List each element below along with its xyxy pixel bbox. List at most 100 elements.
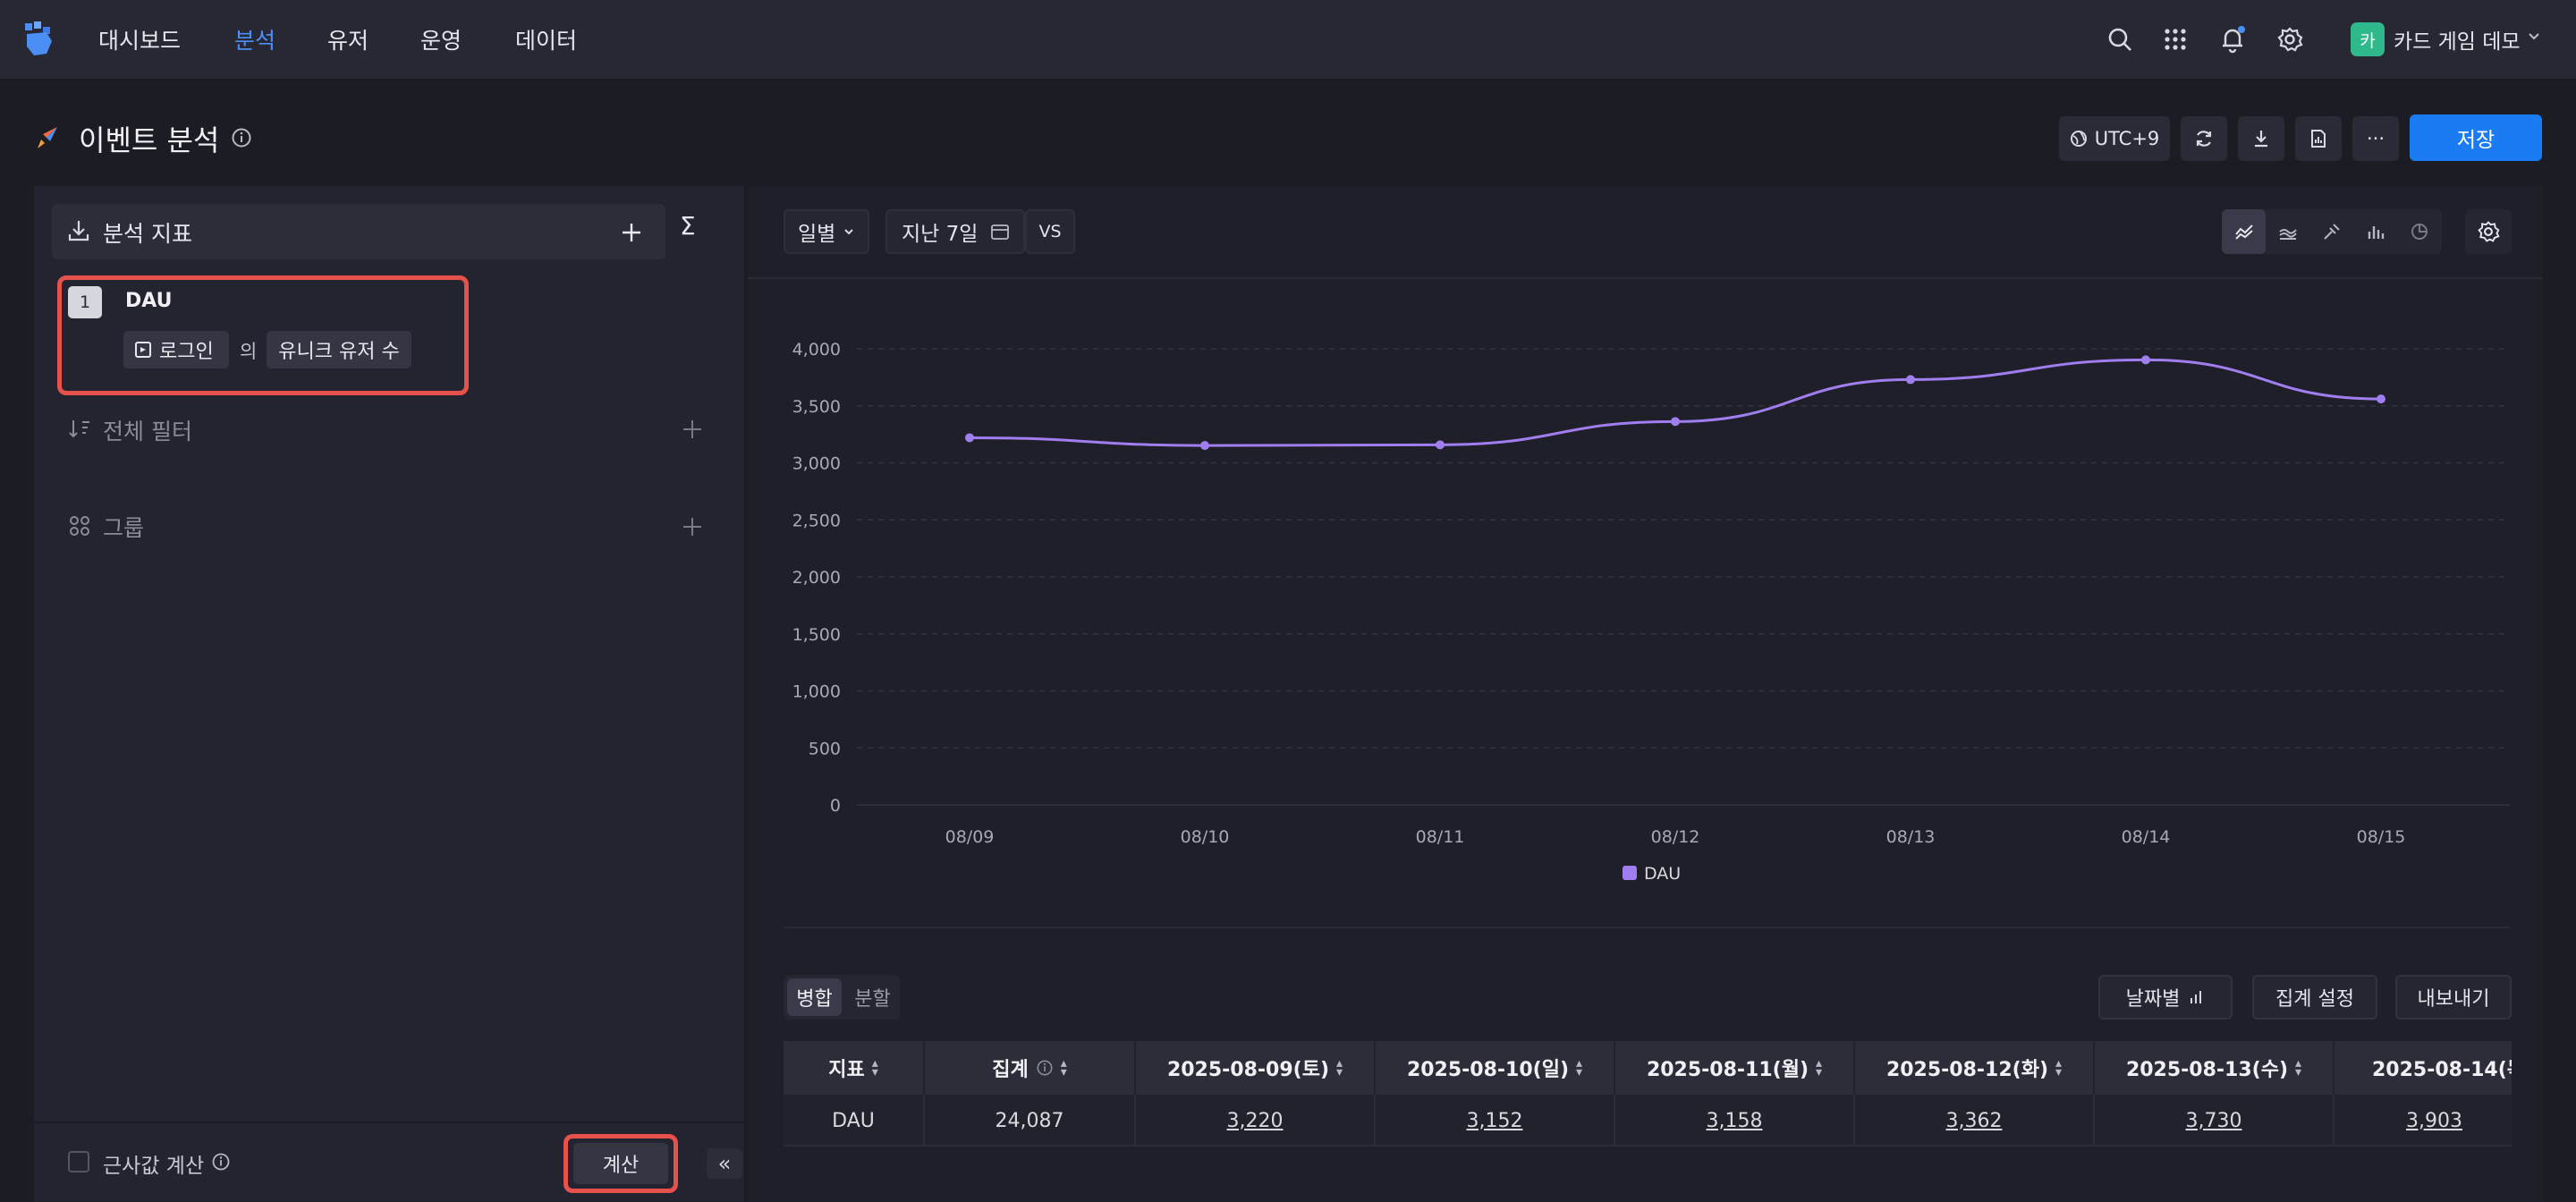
project-name[interactable]: 카드 게임 데모 [2394,24,2521,55]
chevron-down-icon[interactable] [2526,29,2542,45]
sort-icon: ▴ ▾ [1060,1056,1067,1079]
brand-logo-icon[interactable] [20,20,59,59]
bar-chart-button[interactable] [2353,209,2397,254]
cell-date-6[interactable]: 3,903 [2334,1095,2512,1147]
bell-icon[interactable] [2215,21,2250,57]
pie-chart-button[interactable] [2397,209,2441,254]
add-metric-icon[interactable] [619,220,644,245]
group-label[interactable]: 그룹 [103,511,144,543]
col-header-metric[interactable]: 지표 ▴ ▾ [784,1041,925,1095]
add-group-icon[interactable] [682,516,703,538]
nav-dashboard[interactable]: 대시보드 [98,23,181,55]
data-point [2377,394,2385,404]
col-header-date-4[interactable]: 2025-08-12(화) ▴ ▾ [1855,1041,2095,1095]
x-tick-label: 08/14 [2122,827,2171,847]
refresh-button[interactable] [2181,116,2227,161]
timezone-button[interactable]: UTC+9 [2059,116,2170,161]
calculate-button[interactable]: 계산 [573,1143,668,1184]
date-range-picker[interactable]: 지난 7일 [886,209,1025,254]
gear-icon [2478,221,2500,242]
calculate-button-highlight[interactable]: 계산 [564,1134,678,1193]
left-footer-divider [34,1122,744,1123]
col-header-total[interactable]: 집계 ▴ ▾ [925,1041,1136,1095]
col-header-date-6[interactable]: 2025-08-14(목) [2334,1041,2512,1095]
rocket-icon [38,127,57,148]
report-button[interactable] [2295,116,2342,161]
add-filter-icon[interactable] [682,419,703,440]
x-tick-label: 08/13 [1886,827,1936,847]
x-tick-label: 08/10 [1181,827,1230,847]
aggregate-settings-button[interactable]: 집계 설정 [2252,975,2377,1020]
download-button[interactable] [2238,116,2284,161]
data-point [965,433,974,443]
granularity-label: 일별 [798,223,836,246]
approx-checkbox[interactable] [68,1151,89,1172]
area-chart-icon [2278,229,2297,240]
x-tick-label: 08/12 [1651,827,1700,847]
col-header-date-2[interactable]: 2025-08-10(일) ▴ ▾ [1376,1041,1615,1095]
y-tick-label: 2,500 [792,511,841,530]
metric-icon [68,221,89,241]
chart-table-divider [784,927,2510,928]
global-filter-label[interactable]: 전체 필터 [103,414,192,446]
apps-grid-icon[interactable] [2157,21,2193,57]
sort-icon: ▴ ▾ [871,1056,878,1079]
y-tick-label: 1,000 [792,682,841,702]
event-chip[interactable]: 로그인 [123,331,229,368]
y-tick-label: 2,000 [792,568,841,588]
by-date-button[interactable]: 날짜별 [2098,975,2233,1020]
sort-icon: ▴ ▾ [1576,1056,1583,1079]
scatter-chart-icon [2323,224,2340,240]
chevron-down-icon [844,229,854,235]
info-icon[interactable] [231,127,252,148]
cell-date-4[interactable]: 3,362 [1855,1095,2095,1147]
measure-chip[interactable]: 유니크 유저 수 [267,331,411,368]
data-point [1200,441,1209,451]
more-button[interactable]: ··· [2352,116,2399,161]
search-icon[interactable] [2102,21,2138,57]
collapse-panel-button[interactable]: « [707,1148,742,1179]
save-button[interactable]: 저장 [2410,114,2542,161]
col-header-date-5[interactable]: 2025-08-13(수) ▴ ▾ [2095,1041,2334,1095]
approx-info-icon[interactable] [211,1152,231,1172]
download-icon [2255,131,2267,148]
metric-index-badge: 1 [68,286,102,318]
cell-date-5[interactable]: 3,730 [2095,1095,2334,1147]
pie-chart-icon [2411,224,2428,240]
nav-operations[interactable]: 운영 [420,23,462,55]
timezone-label: UTC+9 [2094,128,2160,149]
y-tick-label: 1,500 [792,625,841,645]
data-point [1436,440,1445,450]
granularity-select[interactable]: 일별 [784,209,869,254]
date-range-label: 지난 7일 [902,223,979,246]
export-button[interactable]: 내보내기 [2395,975,2512,1020]
compare-vs-button[interactable]: VS [1025,209,1075,254]
gear-icon[interactable] [2272,21,2308,57]
project-avatar[interactable]: 카 [2351,22,2385,56]
nav-users[interactable]: 유저 [327,23,369,55]
cell-date-1[interactable]: 3,220 [1136,1095,1376,1147]
cell-date-3[interactable]: 3,158 [1615,1095,1855,1147]
nav-data[interactable]: 데이터 [515,23,577,55]
cell-date-2[interactable]: 3,152 [1376,1095,1615,1147]
line-chart-button[interactable] [2222,209,2266,254]
page-title: 이벤트 분석 [79,123,220,157]
y-tick-label: 3,000 [792,454,841,474]
split-toggle[interactable]: 분할 [845,975,900,1020]
merge-toggle[interactable]: 병합 [787,978,842,1016]
formula-button[interactable]: Σ [680,211,696,241]
metric-section-title: 분석 지표 [103,221,192,247]
line-chart-icon [2234,224,2253,240]
sort-icon: ▴ ▾ [2295,1056,2302,1079]
metric-name[interactable]: DAU [125,290,172,312]
dau-line-chart: 0 500 1,000 1,500 2,000 2,500 3,000 3,500 4,000 0… [792,340,2510,884]
info-icon [1037,1060,1053,1076]
x-tick-label: 08/11 [1416,827,1465,847]
scatter-chart-button[interactable] [2309,209,2353,254]
group-icon [70,516,89,536]
col-header-date-3[interactable]: 2025-08-11(월) ▴ ▾ [1615,1041,1855,1095]
nav-analysis[interactable]: 분석 [234,23,275,55]
chart-settings-button[interactable] [2465,209,2512,254]
col-header-date-1[interactable]: 2025-08-09(토) ▴ ▾ [1136,1041,1376,1095]
area-chart-button[interactable] [2266,209,2309,254]
